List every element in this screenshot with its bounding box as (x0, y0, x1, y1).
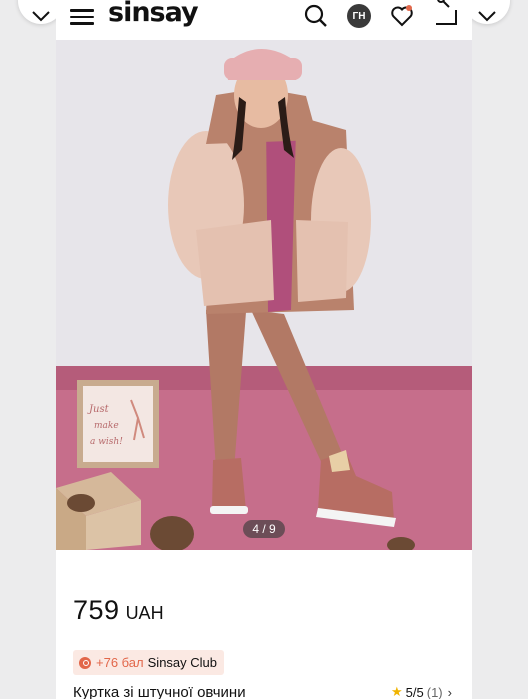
decor-frame: Just make a wish! (77, 380, 159, 468)
share-icon[interactable] (432, 0, 458, 26)
avatar[interactable]: ГН (347, 4, 371, 28)
club-icon (79, 656, 91, 669)
price-value: 759 (73, 595, 120, 625)
rating[interactable]: ★ 5/5 (1) › (391, 684, 452, 699)
review-count: (1) (426, 684, 443, 699)
heart-icon[interactable] (390, 4, 414, 28)
logo[interactable]: sinsay (108, 0, 199, 28)
chevron-right-icon: › (447, 684, 452, 699)
price: 759 UAH (73, 595, 164, 626)
image-counter: 4 / 9 (243, 520, 285, 538)
product-name: Куртка зі штучної овчини (73, 684, 246, 699)
product-image[interactable]: Just make a wish! 4 / 9 (56, 40, 472, 550)
svg-text:make: make (94, 421, 119, 431)
club-points: +76 бал (96, 655, 144, 670)
top-bar: sinsay ГН (56, 0, 472, 40)
club-points-badge[interactable]: +76 бал Sinsay Club (73, 650, 225, 675)
menu-icon[interactable] (70, 6, 94, 26)
search-icon[interactable] (304, 4, 328, 28)
chevron-down-icon (32, 11, 50, 22)
svg-text:Just: Just (87, 404, 110, 415)
price-currency: UAH (125, 603, 164, 623)
club-name: Sinsay Club (147, 655, 218, 670)
chevron-down-icon (478, 11, 496, 22)
product-photo: Just make a wish! (56, 40, 472, 550)
product-page: sinsay ГН Just make a wish! 4 / 9 759 UA… (56, 0, 472, 699)
star-icon: ★ (391, 684, 403, 699)
svg-text:a wish!: a wish! (90, 437, 123, 447)
rating-value: 5/5 (405, 684, 424, 699)
